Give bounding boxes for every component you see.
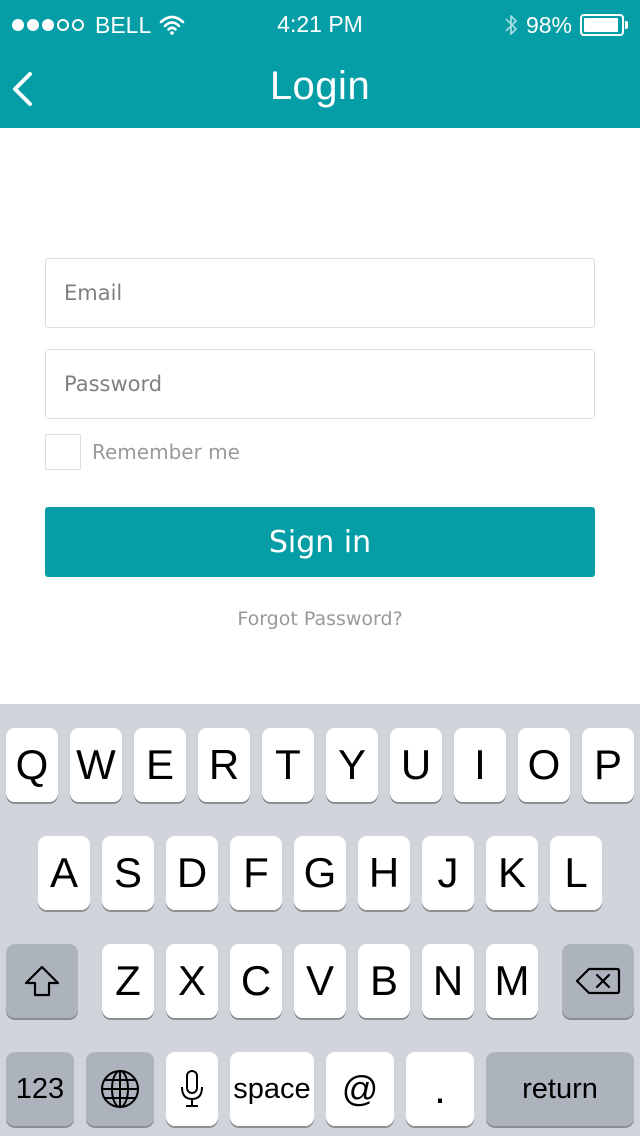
key-g[interactable]: G	[294, 836, 346, 910]
key-c[interactable]: C	[230, 944, 282, 1018]
battery-icon	[580, 14, 628, 36]
bluetooth-icon	[505, 15, 517, 35]
backspace-icon	[575, 967, 621, 995]
key-j[interactable]: J	[422, 836, 474, 910]
navigation-bar: Login	[0, 50, 640, 128]
sign-in-button[interactable]: Sign in	[45, 507, 595, 577]
return-key[interactable]: return	[486, 1052, 634, 1126]
microphone-key[interactable]	[166, 1052, 218, 1126]
key-p[interactable]: P	[582, 728, 634, 802]
email-field[interactable]	[45, 258, 595, 328]
key-f[interactable]: F	[230, 836, 282, 910]
key-z[interactable]: Z	[102, 944, 154, 1018]
shift-icon	[24, 965, 60, 997]
keyboard: Q W E R T Y U I O P A S D F G H J K L Z …	[0, 704, 640, 1136]
key-t[interactable]: T	[262, 728, 314, 802]
battery-area: 98%	[504, 10, 628, 40]
status-bar: BELL 4:21 PM 98%	[0, 0, 640, 50]
key-l[interactable]: L	[550, 836, 602, 910]
globe-icon	[101, 1070, 139, 1108]
globe-key[interactable]	[86, 1052, 154, 1126]
page-title: Login	[269, 64, 371, 108]
key-r[interactable]: R	[198, 728, 250, 802]
key-b[interactable]: B	[358, 944, 410, 1018]
key-k[interactable]: K	[486, 836, 538, 910]
app-header: BELL 4:21 PM 98% Login	[0, 0, 640, 128]
at-key[interactable]: @	[326, 1052, 394, 1126]
key-n[interactable]: N	[422, 944, 474, 1018]
space-key[interactable]: space	[230, 1052, 314, 1126]
numbers-key[interactable]: 123	[6, 1052, 74, 1126]
remember-me-checkbox[interactable]	[45, 434, 81, 470]
key-a[interactable]: A	[38, 836, 90, 910]
key-h[interactable]: H	[358, 836, 410, 910]
key-o[interactable]: O	[518, 728, 570, 802]
forgot-password-link[interactable]: Forgot Password?	[0, 608, 640, 630]
battery-percent: 98%	[525, 11, 572, 38]
period-key[interactable]: .	[406, 1052, 474, 1126]
key-d[interactable]: D	[166, 836, 218, 910]
key-y[interactable]: Y	[326, 728, 378, 802]
password-field[interactable]	[45, 349, 595, 419]
key-m[interactable]: M	[486, 944, 538, 1018]
backspace-key[interactable]	[562, 944, 634, 1018]
key-q[interactable]: Q	[6, 728, 58, 802]
key-s[interactable]: S	[102, 836, 154, 910]
key-i[interactable]: I	[454, 728, 506, 802]
key-v[interactable]: V	[294, 944, 346, 1018]
key-e[interactable]: E	[134, 728, 186, 802]
microphone-icon	[181, 1070, 203, 1107]
remember-me-label: Remember me	[92, 440, 240, 464]
key-w[interactable]: W	[70, 728, 122, 802]
key-u[interactable]: U	[390, 728, 442, 802]
shift-key[interactable]	[6, 944, 78, 1018]
key-x[interactable]: X	[166, 944, 218, 1018]
